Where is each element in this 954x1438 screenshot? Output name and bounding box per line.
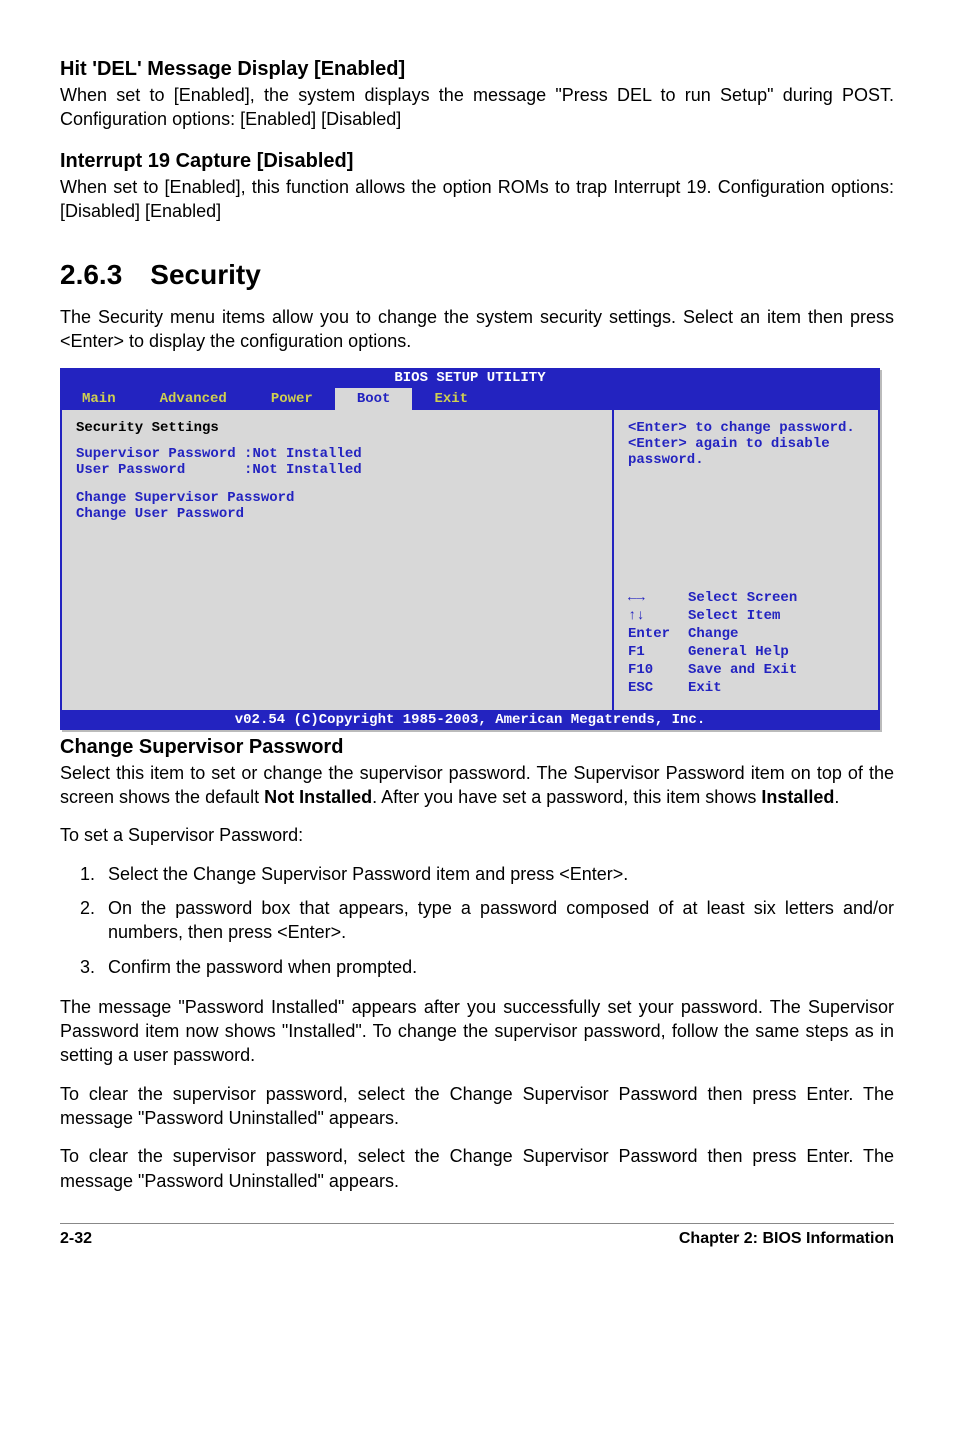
- change-supervisor-password-body: Select this item to set or change the su…: [60, 761, 894, 810]
- bios-footer: v02.54 (C)Copyright 1985-2003, American …: [60, 710, 880, 730]
- list-item: Confirm the password when prompted.: [100, 955, 894, 979]
- chapter-label: Chapter 2: BIOS Information: [679, 1230, 894, 1248]
- bios-change-supervisor-password: Change Supervisor Password: [76, 490, 598, 506]
- page-footer: 2-32 Chapter 2: BIOS Information: [60, 1223, 894, 1248]
- bios-tab-advanced: Advanced: [138, 388, 249, 410]
- bios-security-settings-heading: Security Settings: [76, 420, 598, 436]
- hit-del-heading: Hit 'DEL' Message Display [Enabled]: [60, 58, 894, 81]
- bios-left-panel: Security Settings Supervisor Password :N…: [62, 410, 612, 710]
- page-number: 2-32: [60, 1230, 92, 1248]
- bios-change-user-password: Change User Password: [76, 506, 598, 522]
- bios-nav-row: ↑↓Select Item: [628, 608, 868, 624]
- clear-paragraph-2: To clear the supervisor password, select…: [60, 1144, 894, 1193]
- after-set-paragraph: The message "Password Installed" appears…: [60, 995, 894, 1068]
- set-supervisor-password-leadin: To set a Supervisor Password:: [60, 823, 894, 847]
- security-section-heading: 2.6.3 Security: [60, 259, 894, 291]
- int19-heading: Interrupt 19 Capture [Disabled]: [60, 150, 894, 173]
- bios-supervisor-password-row: Supervisor Password :Not Installed: [76, 446, 598, 462]
- bios-title: BIOS SETUP UTILITY: [60, 368, 880, 388]
- list-item: On the password box that appears, type a…: [100, 896, 894, 945]
- bios-tab-bar: Main Advanced Power Boot Exit: [60, 388, 880, 410]
- bios-tab-power: Power: [249, 388, 335, 410]
- security-intro: The Security menu items allow you to cha…: [60, 305, 894, 354]
- bios-user-password-row: User Password :Not Installed: [76, 462, 598, 478]
- bios-nav-row: F10Save and Exit: [628, 662, 868, 678]
- bios-right-panel: <Enter> to change password. <Enter> agai…: [612, 410, 878, 710]
- bios-nav-row: ←→Select Screen: [628, 590, 868, 606]
- bios-tab-main: Main: [60, 388, 138, 410]
- hit-del-body: When set to [Enabled], the system displa…: [60, 83, 894, 132]
- clear-paragraph-1: To clear the supervisor password, select…: [60, 1082, 894, 1131]
- bios-nav-row: ESCExit: [628, 680, 868, 696]
- set-supervisor-steps: Select the Change Supervisor Password it…: [60, 862, 894, 979]
- bios-setup-screenshot: BIOS SETUP UTILITY Main Advanced Power B…: [60, 368, 880, 730]
- bios-nav-row: F1General Help: [628, 644, 868, 660]
- list-item: Select the Change Supervisor Password it…: [100, 862, 894, 886]
- bios-help-line-2: <Enter> again to disable password.: [628, 436, 868, 468]
- bios-nav-row: EnterChange: [628, 626, 868, 642]
- bios-tab-exit: Exit: [412, 388, 490, 410]
- change-supervisor-password-heading: Change Supervisor Password: [60, 736, 894, 759]
- bios-tab-boot: Boot: [335, 388, 413, 410]
- bios-help-line-1: <Enter> to change password.: [628, 420, 868, 436]
- int19-body: When set to [Enabled], this function all…: [60, 175, 894, 224]
